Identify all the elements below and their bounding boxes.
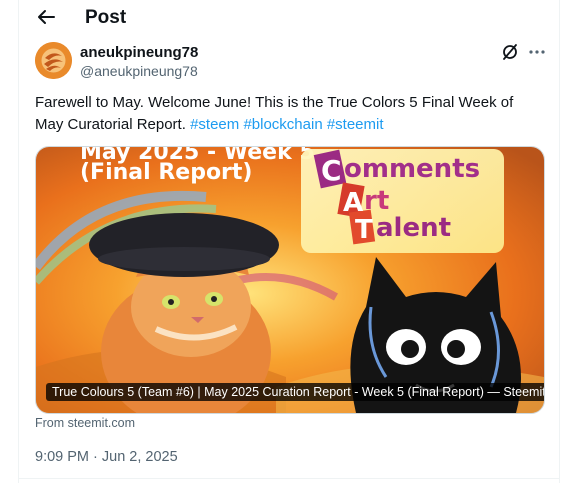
divider [19, 478, 559, 479]
logo-word-comments: omments [344, 154, 480, 184]
post-page: Post aneukpineung78 @aneukpineung78 Fare… [18, 0, 560, 483]
hashtag-steemit[interactable]: #steemit [327, 116, 384, 133]
avatar[interactable] [35, 42, 72, 79]
card-source[interactable]: From steemit.com [35, 416, 135, 430]
logo-letter-c: C [321, 154, 342, 187]
card-image-header-2: (Final Report) [80, 160, 252, 185]
page-title: Post [85, 7, 127, 28]
logo-letter-t: T [355, 215, 373, 245]
grok-icon[interactable] [501, 43, 519, 61]
logo-word-art: rt [364, 186, 389, 216]
more-icon[interactable] [527, 42, 547, 62]
tweet-text: Farewell to May. Welcome June! This is t… [35, 92, 540, 136]
hashtag-steem[interactable]: #steem [190, 116, 239, 133]
logo-word-talent: alent [376, 213, 451, 243]
post-header: Post [19, 0, 559, 36]
hashtag-blockchain[interactable]: #blockchain [243, 116, 322, 133]
author-handle[interactable]: @aneukpineung78 [80, 63, 198, 79]
post-timestamp[interactable]: 9:09 PM · Jun 2, 2025 [35, 449, 178, 465]
back-arrow-icon[interactable] [35, 6, 57, 28]
card-image: May 2025 - Week 5 (Final Report) C ommen… [36, 147, 544, 413]
logo-letter-a: A [343, 188, 363, 218]
link-card[interactable]: May 2025 - Week 5 (Final Report) C ommen… [35, 146, 545, 414]
card-caption: True Colours 5 (Team #6) | May 2025 Cura… [46, 383, 544, 401]
author-display-name[interactable]: aneukpineung78 [80, 44, 198, 61]
